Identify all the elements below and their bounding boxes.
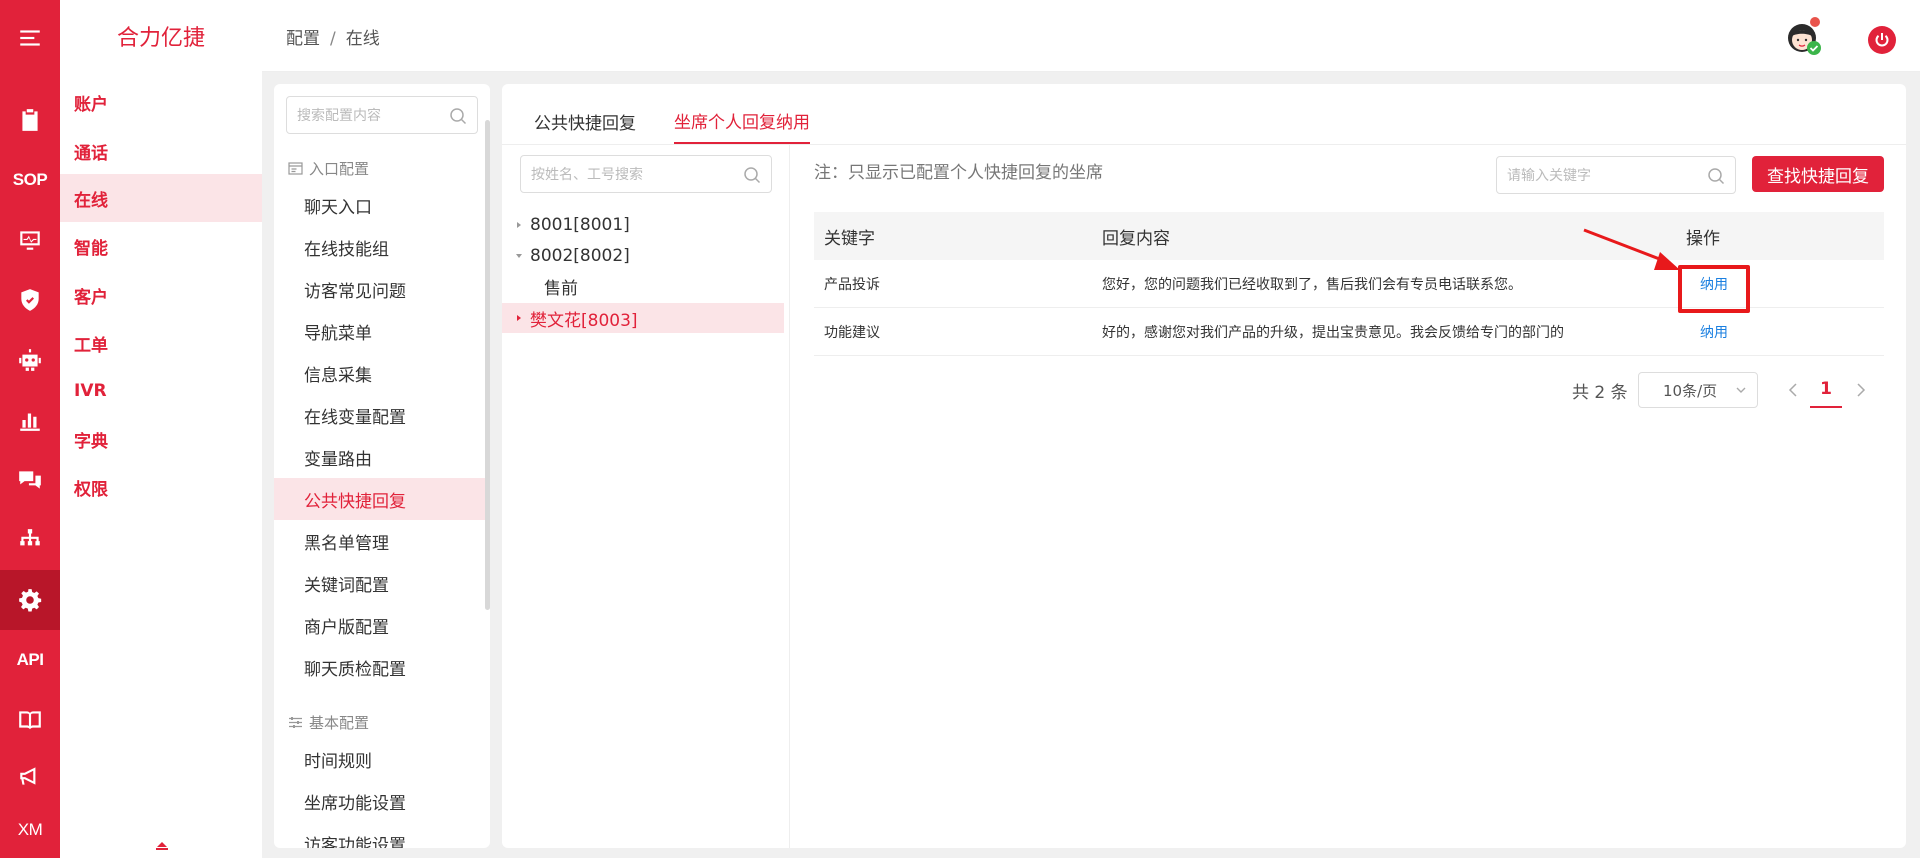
- next-page-icon[interactable]: [1854, 380, 1868, 400]
- gear-icon[interactable]: [0, 570, 60, 630]
- config-item[interactable]: 在线变量配置: [274, 394, 486, 436]
- robot-icon[interactable]: [0, 330, 60, 390]
- config-menu-panel: 搜索配置内容 入口配置 聊天入口 在线技能组 访客常见问题 导航菜单 信息采集 …: [274, 84, 490, 848]
- icon-rail: SOP API XM: [0, 0, 60, 858]
- config-item[interactable]: 变量路由: [274, 436, 486, 478]
- sliders-icon: [289, 717, 302, 728]
- chevron-down-icon: [1736, 387, 1746, 393]
- tree-node-child[interactable]: 售前: [502, 271, 784, 301]
- group-entry-config: 入口配置: [288, 158, 369, 179]
- annotation-arrow-icon: [1583, 228, 1680, 270]
- power-icon: [1875, 33, 1889, 47]
- megaphone-icon[interactable]: [0, 746, 60, 806]
- config-item[interactable]: 在线技能组: [274, 226, 486, 268]
- tree-node-active[interactable]: 樊文花[8003]: [502, 303, 784, 333]
- caret-right-icon[interactable]: [512, 218, 526, 232]
- config-item[interactable]: 时间规则: [274, 738, 486, 780]
- module-online[interactable]: 在线: [60, 174, 262, 222]
- header-keyword: 关键字: [824, 228, 875, 249]
- caret-right-icon[interactable]: [512, 311, 526, 325]
- window-icon: [288, 162, 303, 175]
- search-icon[interactable]: [449, 107, 467, 125]
- config-search-input[interactable]: 搜索配置内容: [286, 96, 478, 134]
- config-item[interactable]: 坐席功能设置: [274, 780, 486, 822]
- config-item[interactable]: 导航菜单: [274, 310, 486, 352]
- hamburger-menu-icon[interactable]: [0, 8, 60, 68]
- module-dictionary[interactable]: 字典: [60, 415, 262, 463]
- brand-logo: 合力亿捷: [116, 26, 205, 51]
- search-icon[interactable]: [1707, 167, 1725, 185]
- find-quick-reply-button[interactable]: 查找快捷回复: [1752, 156, 1884, 192]
- config-item[interactable]: 聊天质检配置: [274, 646, 486, 688]
- pagination-total: 共 2 条: [1572, 382, 1628, 403]
- prev-page-icon[interactable]: [1786, 380, 1800, 400]
- module-sidebar: 合力亿捷 账户 通话 在线 智能 客户 工单 IVR 字典 权限: [60, 0, 262, 858]
- main-panel: 公共快捷回复 坐席个人回复纳用 按姓名、工号搜索 8001[8001] 8002…: [502, 84, 1906, 848]
- config-item[interactable]: 黑名单管理: [274, 520, 486, 562]
- tree-node[interactable]: 8002[8002]: [502, 241, 784, 271]
- module-permission[interactable]: 权限: [60, 463, 262, 511]
- current-page[interactable]: 1: [1810, 372, 1842, 408]
- cell-keyword: 产品投诉: [824, 276, 880, 293]
- module-smart[interactable]: 智能: [60, 222, 262, 270]
- config-item[interactable]: 关键词配置: [274, 562, 486, 604]
- top-header: 配置 / 在线: [262, 0, 1920, 72]
- agent-tree: 按姓名、工号搜索 8001[8001] 8002[8002] 售前 樊文花[80…: [502, 145, 790, 848]
- breadcrumb-parent[interactable]: 配置: [286, 29, 320, 49]
- tab-public-quick-reply[interactable]: 公共快捷回复: [534, 98, 636, 144]
- api-icon[interactable]: API: [0, 630, 60, 690]
- module-account[interactable]: 账户: [60, 78, 262, 126]
- config-item[interactable]: 信息采集: [274, 352, 486, 394]
- note-text: 注：只显示已配置个人快捷回复的坐席: [814, 163, 1103, 183]
- page-size-select[interactable]: 10条/页: [1638, 372, 1758, 408]
- table-row: 功能建议 好的，感谢您对我们产品的升级，提出宝贵意见。我会反馈给专门的部门的 纳…: [814, 308, 1884, 356]
- bar-chart-icon[interactable]: [0, 390, 60, 450]
- breadcrumb: 配置 / 在线: [286, 24, 380, 49]
- header-content: 回复内容: [1102, 228, 1170, 249]
- sop-icon[interactable]: SOP: [0, 150, 60, 210]
- xm-icon[interactable]: XM: [0, 800, 60, 858]
- module-ticket[interactable]: 工单: [60, 319, 262, 367]
- module-customer[interactable]: 客户: [60, 271, 262, 319]
- agent-search-input[interactable]: 按姓名、工号搜索: [520, 155, 772, 193]
- tab-agent-reply-adopt[interactable]: 坐席个人回复纳用: [674, 98, 810, 144]
- shield-icon[interactable]: [0, 270, 60, 330]
- power-button[interactable]: [1868, 26, 1896, 54]
- monitor-icon[interactable]: [0, 210, 60, 270]
- module-ivr[interactable]: IVR: [60, 367, 262, 415]
- org-chart-icon[interactable]: [0, 510, 60, 570]
- breadcrumb-separator: /: [330, 29, 336, 49]
- caret-down-icon[interactable]: [512, 249, 526, 263]
- clipboard-icon[interactable]: [0, 90, 60, 150]
- collapse-up-icon[interactable]: [155, 842, 169, 850]
- search-icon[interactable]: [743, 166, 761, 184]
- config-item[interactable]: 访客常见问题: [274, 268, 486, 310]
- avatar[interactable]: [1784, 16, 1824, 56]
- cell-keyword: 功能建议: [824, 324, 880, 341]
- cell-content: 您好，您的问题我们已经收取到了，售后我们会有专员电话联系您。: [1102, 276, 1522, 293]
- module-call[interactable]: 通话: [60, 127, 262, 175]
- config-item-active[interactable]: 公共快捷回复: [274, 478, 486, 520]
- tree-node[interactable]: 8001[8001]: [502, 210, 784, 240]
- config-scrollbar[interactable]: [485, 120, 490, 610]
- config-item[interactable]: 访客功能设置: [274, 822, 486, 849]
- table-header: 关键字 回复内容 操作: [814, 212, 1884, 260]
- breadcrumb-current: 在线: [345, 29, 380, 49]
- group-basic-config: 基本配置: [288, 712, 369, 733]
- cell-content: 好的，感谢您对我们产品的升级，提出宝贵意见。我会反馈给专门的部门的: [1102, 324, 1564, 341]
- book-icon[interactable]: [0, 690, 60, 750]
- config-item[interactable]: 商户版配置: [274, 604, 486, 646]
- chat-bubbles-icon[interactable]: [0, 450, 60, 510]
- config-item[interactable]: 聊天入口: [274, 184, 486, 226]
- reply-table: 关键字 回复内容 操作 产品投诉 您好，您的问题我们已经收取到了，售后我们会有专…: [814, 212, 1884, 356]
- adopt-link[interactable]: 纳用: [1700, 322, 1728, 342]
- keyword-search-input[interactable]: 请输入关键字: [1496, 156, 1736, 194]
